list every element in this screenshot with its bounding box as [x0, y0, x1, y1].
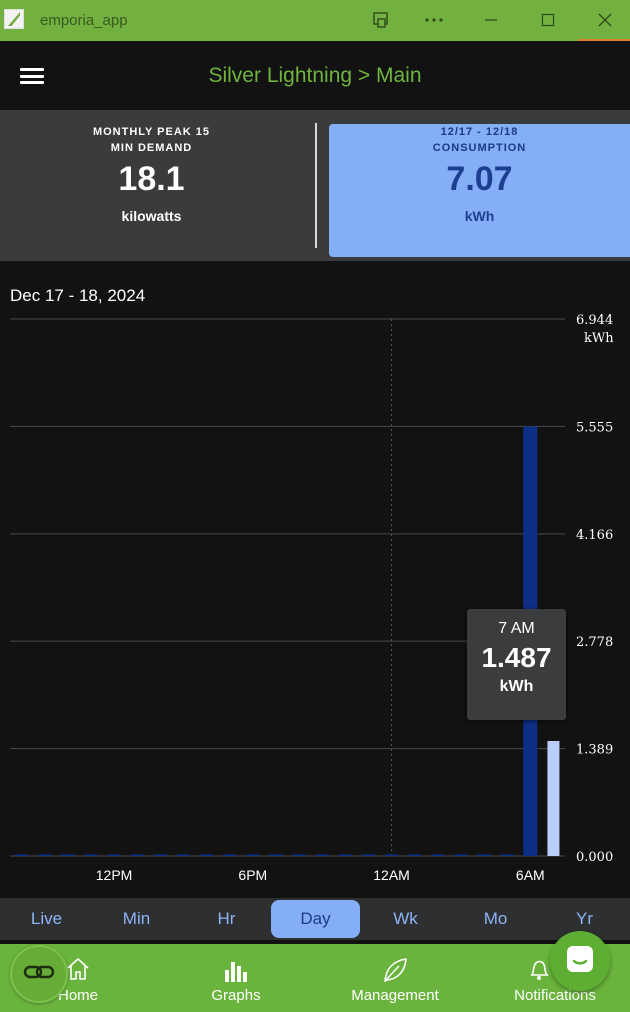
- nav-management-label: Management: [351, 987, 439, 1004]
- chart-tooltip: 7 AM 1.487 kWh: [467, 609, 566, 720]
- tooltip-time: 7 AM: [498, 620, 535, 637]
- consumption-date-range: 12/17 - 12/18: [440, 126, 519, 138]
- consumption-label: 12/17 - 12/18 CONSUMPTION: [329, 124, 630, 156]
- y-tick-label: 5.555: [576, 420, 613, 435]
- x-tick-label: 6AM: [516, 867, 545, 883]
- device-link-button[interactable]: [10, 945, 68, 1003]
- tab-min[interactable]: Min: [92, 900, 181, 938]
- bar: [38, 854, 52, 856]
- peak-demand-unit: kilowatts: [121, 208, 182, 224]
- minimize-icon[interactable]: [474, 6, 508, 34]
- x-tick-label: 12AM: [373, 867, 410, 883]
- page-title[interactable]: Silver Lightning > Main: [0, 64, 630, 88]
- leaf-icon: [381, 956, 409, 989]
- chart-date-range[interactable]: Dec 17 - 18, 2024: [10, 286, 145, 306]
- consumption-unit: kWh: [464, 208, 495, 224]
- chat-support-button[interactable]: [550, 931, 610, 991]
- tab-hr[interactable]: Hr: [182, 900, 271, 938]
- x-tick-label: 6PM: [238, 867, 267, 883]
- nav-graphs[interactable]: Graphs: [196, 944, 276, 1012]
- bar: [454, 854, 468, 856]
- bar: [84, 854, 98, 856]
- y-unit-label: kWh: [584, 331, 614, 346]
- usage-chart[interactable]: 0.000 1.389 2.778 4.166 5.555 6.944 kWh 12PM 6PM…: [0, 310, 630, 890]
- scale-tabs: Live Min Hr Day Wk Mo Yr: [0, 898, 630, 940]
- y-tick-label: 2.778: [576, 635, 613, 650]
- y-tick-label: 1.389: [576, 743, 613, 758]
- app-logo-icon: [4, 9, 24, 29]
- link-icon: [23, 963, 55, 986]
- consumption-label-text: CONSUMPTION: [432, 142, 527, 154]
- bar: [200, 854, 214, 856]
- peak-demand-label: MONTHLY PEAK 15 MIN DEMAND: [0, 124, 303, 156]
- app-header: Silver Lightning > Main: [0, 41, 630, 110]
- window-title: emporia_app: [40, 12, 128, 29]
- nav-management[interactable]: Management: [340, 944, 450, 1012]
- bell-icon: [528, 956, 550, 987]
- bar: [431, 854, 445, 856]
- bar: [315, 854, 329, 856]
- tab-live[interactable]: Live: [2, 900, 91, 938]
- bar: [176, 854, 190, 856]
- tooltip-unit: kWh: [499, 678, 534, 695]
- bottom-nav: Home Graphs Management Notifications: [0, 944, 630, 1012]
- bar: [153, 854, 167, 856]
- consumption-card[interactable]: 12/17 - 12/18 CONSUMPTION 7.07 kWh: [329, 124, 630, 257]
- bar: [361, 854, 375, 856]
- screen-cast-icon[interactable]: [364, 6, 398, 34]
- more-icon[interactable]: [417, 6, 451, 34]
- y-tick-label: 4.166: [576, 528, 613, 543]
- bar: [385, 854, 399, 856]
- window-titlebar: emporia_app: [0, 0, 630, 41]
- close-icon[interactable]: [588, 6, 622, 34]
- bar: [292, 854, 306, 856]
- tab-day[interactable]: Day: [271, 900, 360, 938]
- peak-demand-label-line2: MIN DEMAND: [110, 142, 193, 154]
- bar: [130, 854, 144, 856]
- maximize-icon[interactable]: [531, 6, 565, 34]
- y-tick-label: 6.944: [576, 313, 613, 328]
- peak-demand-label-line1: MONTHLY PEAK 15: [92, 126, 211, 138]
- peak-demand-card[interactable]: MONTHLY PEAK 15 MIN DEMAND 18.1 kilowatt…: [0, 110, 303, 261]
- y-tick-label: 0.000: [576, 850, 613, 865]
- bar: [107, 854, 121, 856]
- tab-mo[interactable]: Mo: [451, 900, 540, 938]
- consumption-value: 7.07: [446, 160, 513, 198]
- bar: [500, 854, 514, 856]
- tooltip-value: 1.487: [481, 642, 552, 673]
- peak-demand-value: 18.1: [118, 160, 185, 198]
- bar: [477, 854, 491, 856]
- bar: [15, 854, 29, 856]
- nav-graphs-label: Graphs: [211, 987, 261, 1004]
- nav-notifications-label: Notifications: [514, 987, 596, 1004]
- tab-wk[interactable]: Wk: [361, 900, 450, 938]
- bar: [246, 854, 260, 856]
- bar: [223, 854, 237, 856]
- bar: [547, 741, 560, 856]
- chat-icon: [565, 944, 595, 979]
- bar: [269, 854, 283, 856]
- bar: [338, 854, 352, 856]
- home-icon: [65, 956, 91, 987]
- stats-panel: MONTHLY PEAK 15 MIN DEMAND 18.1 kilowatt…: [0, 110, 630, 261]
- bar: [408, 854, 422, 856]
- x-tick-label: 12PM: [96, 867, 133, 883]
- stats-divider: [315, 123, 317, 248]
- bar-chart-icon: [222, 956, 250, 989]
- bar: [61, 854, 75, 856]
